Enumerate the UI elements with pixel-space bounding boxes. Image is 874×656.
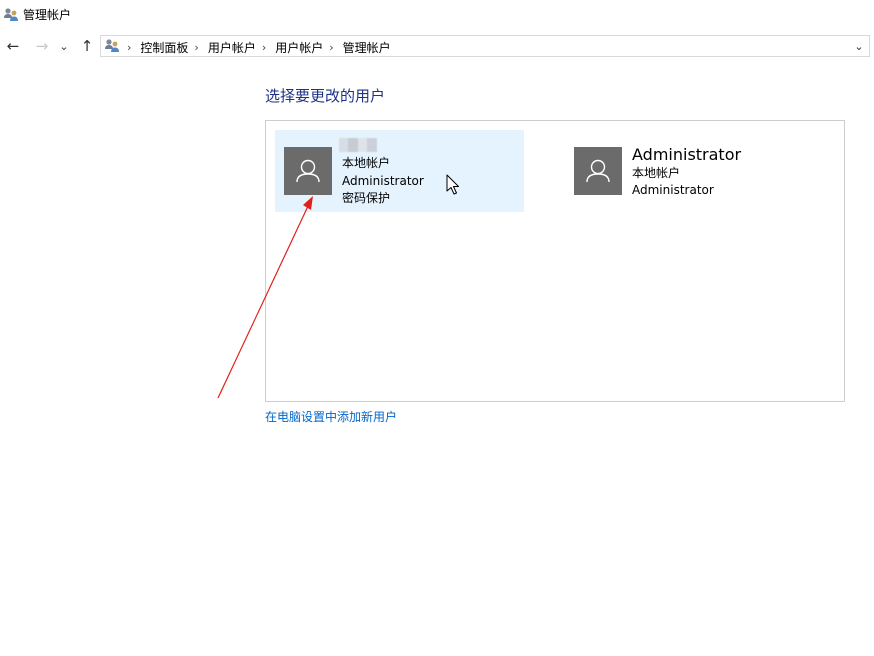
recent-locations-button[interactable]: ⌄ — [57, 36, 71, 56]
obscured-username — [339, 138, 377, 152]
back-button[interactable]: ← — [4, 36, 22, 56]
user-silhouette-icon — [586, 159, 610, 183]
window-title: 管理帐户 — [23, 8, 72, 22]
breadcrumb-separator[interactable]: › — [194, 41, 198, 54]
chevron-down-icon: ⌄ — [59, 39, 69, 53]
breadcrumb-user-accounts[interactable]: 用户帐户 — [208, 39, 256, 56]
user-avatar — [284, 147, 332, 195]
account-name: Administrator — [632, 145, 742, 164]
account-tile-administrator[interactable]: Administrator 本地帐户 Administrator — [565, 130, 835, 212]
chevron-down-icon: ⌄ — [854, 39, 864, 53]
address-dropdown-button[interactable]: ⌄ — [849, 36, 869, 56]
forward-arrow-icon: → — [35, 37, 49, 55]
address-bar[interactable]: › 控制面板 › 用户帐户 › 用户帐户 › 管理帐户 ⌄ — [100, 35, 870, 57]
users-icon — [4, 8, 18, 21]
back-arrow-icon: ← — [6, 37, 20, 55]
breadcrumb: › 控制面板 › 用户帐户 › 用户帐户 › 管理帐户 — [125, 38, 391, 56]
account-role: Administrator — [342, 174, 424, 188]
control-panel-users-icon — [105, 39, 119, 52]
title-bar: 管理帐户 — [0, 0, 874, 30]
account-tile-local-user[interactable]: 本地帐户 Administrator 密码保护 — [275, 130, 524, 212]
page-title: 选择要更改的用户 — [265, 87, 386, 105]
account-type: 本地帐户 — [342, 156, 391, 170]
accounts-panel: 本地帐户 Administrator 密码保护 Administrator 本地… — [265, 120, 845, 402]
up-arrow-icon: ↑ — [80, 37, 94, 55]
breadcrumb-control-panel[interactable]: 控制面板 — [140, 39, 188, 56]
up-button[interactable]: ↑ — [78, 36, 96, 56]
breadcrumb-separator[interactable]: › — [329, 41, 333, 54]
user-avatar — [574, 147, 622, 195]
navigation-bar: ← → ⌄ ↑ › 控制面板 › 用户帐户 › 用户帐户 › 管理帐户 ⌄ — [0, 33, 874, 59]
account-role: Administrator — [632, 183, 714, 197]
breadcrumb-separator[interactable]: › — [127, 41, 131, 54]
forward-button[interactable]: → — [33, 36, 51, 56]
account-password-status: 密码保护 — [342, 191, 391, 205]
user-silhouette-icon — [296, 159, 320, 183]
breadcrumb-separator[interactable]: › — [262, 41, 266, 54]
add-new-user-link[interactable]: 在电脑设置中添加新用户 — [265, 409, 397, 425]
breadcrumb-manage-accounts[interactable]: 管理帐户 — [343, 39, 391, 56]
breadcrumb-user-accounts-sub[interactable]: 用户帐户 — [275, 39, 323, 56]
account-type: 本地帐户 — [632, 166, 681, 180]
